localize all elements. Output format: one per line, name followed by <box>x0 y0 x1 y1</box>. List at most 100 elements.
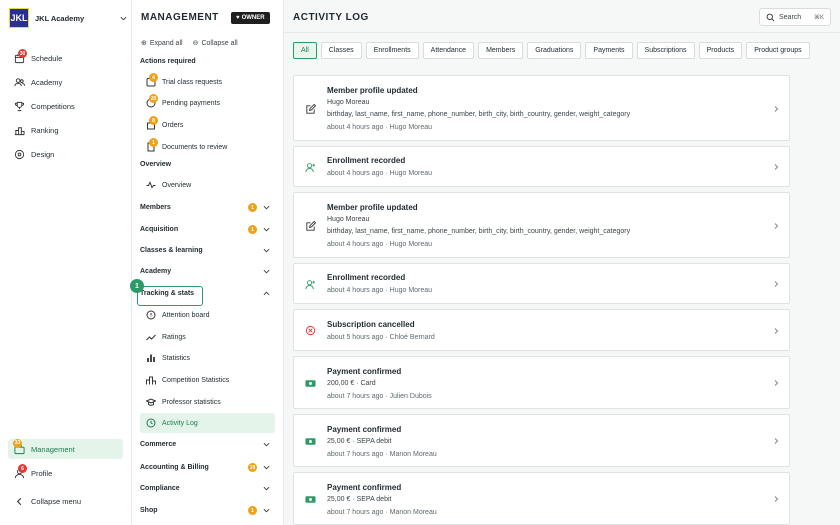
tab-product-groups[interactable]: Product groups <box>746 42 810 59</box>
entry-meta: about 7 hours ago · Julien Dubois <box>327 393 432 400</box>
main-sidebar: JKL JKL Academy 30 Schedule Academy Comp… <box>0 0 132 525</box>
activity-entry[interactable]: Payment confirmed 200,00 € · Card about … <box>293 356 790 409</box>
section-accounting[interactable]: Accounting & Billing 19 <box>140 463 270 472</box>
tab-enrollments[interactable]: Enrollments <box>365 42 419 59</box>
panel-title: MANAGEMENT <box>141 12 219 23</box>
section-label: Compliance <box>140 485 180 492</box>
chevron-right-icon <box>774 496 779 502</box>
collapse-menu-button[interactable]: Collapse menu <box>14 496 81 507</box>
chevron-left-icon <box>14 496 25 507</box>
section-label: Shop <box>140 507 158 514</box>
heart-icon: ♥ <box>236 15 240 21</box>
banknote-icon <box>305 380 316 387</box>
action-pending-payments[interactable]: 20 Pending payments <box>146 94 220 108</box>
section-compliance[interactable]: Compliance <box>140 485 270 492</box>
section-shop[interactable]: Shop 1 <box>140 506 270 515</box>
chevron-down-icon <box>120 16 127 20</box>
action-label: Trial class requests <box>162 78 223 86</box>
overview-item[interactable]: Overview <box>146 180 191 190</box>
ranking-icon <box>14 125 25 136</box>
tab-attendance[interactable]: Attendance <box>422 42 475 59</box>
entry-amount: 200,00 € · Card <box>327 380 376 387</box>
activity-entry[interactable]: Enrollment recorded about 4 hours ago · … <box>293 263 790 304</box>
section-academy[interactable]: Academy <box>140 268 270 275</box>
search-label: Search <box>779 13 802 21</box>
action-label: Orders <box>162 121 184 129</box>
section-acquisition[interactable]: Acquisition 1 <box>140 225 270 234</box>
section-label: Actions required <box>140 58 196 65</box>
tracking-statistics[interactable]: Statistics <box>146 353 190 363</box>
section-label: Overview <box>140 161 172 168</box>
nav-ranking[interactable]: Ranking <box>14 125 59 136</box>
tab-classes[interactable]: Classes <box>320 42 362 59</box>
account-switcher[interactable]: JKL JKL Academy <box>9 8 127 28</box>
nav-profile[interactable]: 6 Profile <box>14 464 53 479</box>
entry-meta: about 4 hours ago · Hugo Moreau <box>327 170 433 177</box>
nav-design[interactable]: Design <box>14 149 54 160</box>
trial-icon: 4 <box>146 73 158 87</box>
tab-payments[interactable]: Payments <box>585 42 633 59</box>
search-shortcut: ⌘K <box>813 14 824 21</box>
tab-members[interactable]: Members <box>478 42 524 59</box>
tracking-label: Attention board <box>162 311 210 319</box>
collapse-all-button[interactable]: ⊖ Collapse all <box>192 39 238 48</box>
section-classes[interactable]: Classes & learning <box>140 247 270 254</box>
activity-entry[interactable]: Member profile updated Hugo Moreau birth… <box>293 75 790 141</box>
tracking-activity-log[interactable]: Activity Log <box>140 413 275 433</box>
tracking-label: Activity Log <box>162 419 198 427</box>
calendar-icon: 30 <box>14 49 27 64</box>
nav-label: Academy <box>31 78 63 87</box>
nav-label: Schedule <box>31 54 63 63</box>
activity-entry[interactable]: Subscription cancelled about 5 hours ago… <box>293 309 790 351</box>
activity-entry[interactable]: Member profile updated Hugo Moreau birth… <box>293 192 790 258</box>
pulse-icon <box>146 180 156 190</box>
tracking-ratings[interactable]: Ratings <box>146 332 186 342</box>
action-badge: 1 <box>149 138 158 147</box>
filter-tabs: All Classes Enrollments Attendance Membe… <box>293 42 810 59</box>
tab-graduations[interactable]: Graduations <box>527 42 582 59</box>
tab-all[interactable]: All <box>293 42 317 59</box>
tracking-competition-statistics[interactable]: Competition Statistics <box>146 375 229 385</box>
expand-icon: ⊕ <box>141 40 147 47</box>
tracking-attention-board[interactable]: Attention board <box>146 310 209 320</box>
tracking-professor-statistics[interactable]: Professor statistics <box>146 397 221 407</box>
activity-entry[interactable]: Payment confirmed 25,00 € · SEPA debit a… <box>293 414 790 467</box>
activity-entry[interactable]: Payment confirmed 25,00 € · SEPA debit a… <box>293 472 790 525</box>
section-members[interactable]: Members 1 <box>140 203 270 212</box>
tab-subscriptions[interactable]: Subscriptions <box>636 42 695 59</box>
overview-label: Overview <box>162 181 192 189</box>
page-title: ACTIVITY LOG <box>293 12 369 23</box>
section-label: Classes & learning <box>140 247 203 254</box>
palette-icon <box>14 149 25 160</box>
entry-title: Subscription cancelled <box>327 320 415 329</box>
section-label: Commerce <box>140 441 177 448</box>
action-documents[interactable]: 1 Documents to review <box>146 138 227 152</box>
search-button[interactable]: Search ⌘K <box>759 8 831 26</box>
bar-chart-icon <box>146 353 156 363</box>
section-commerce[interactable]: Commerce <box>140 441 270 448</box>
user-plus-icon <box>305 163 316 173</box>
section-label: Acquisition <box>140 226 179 233</box>
expand-all-button[interactable]: ⊕ Expand all <box>141 39 183 48</box>
activity-entry[interactable]: Enrollment recorded about 4 hours ago · … <box>293 146 790 187</box>
chevron-down-icon <box>263 486 270 491</box>
user-plus-icon <box>305 280 316 290</box>
chevron-up-icon <box>263 291 270 296</box>
action-trial-requests[interactable]: 4 Trial class requests <box>146 73 223 87</box>
nav-competitions[interactable]: Competitions <box>14 101 75 112</box>
nav-schedule[interactable]: 30 Schedule <box>14 49 63 64</box>
section-overview: Overview <box>140 161 270 168</box>
collapse-icon: ⊖ <box>192 40 199 47</box>
profile-badge: 6 <box>18 464 27 473</box>
chevron-right-icon <box>774 281 779 287</box>
entry-title: Payment confirmed <box>327 483 402 492</box>
tab-products[interactable]: Products <box>698 42 743 59</box>
nav-academy[interactable]: Academy <box>14 77 62 88</box>
nav-management[interactable]: 33 Management <box>8 438 123 459</box>
tracking-label: Competition Statistics <box>162 376 230 384</box>
chevron-down-icon <box>263 227 270 232</box>
action-orders[interactable]: 8 Orders <box>146 116 184 130</box>
x-circle-icon <box>305 325 316 336</box>
entry-meta: about 4 hours ago · Hugo Moreau <box>327 241 433 248</box>
nav-label: Profile <box>31 469 53 478</box>
